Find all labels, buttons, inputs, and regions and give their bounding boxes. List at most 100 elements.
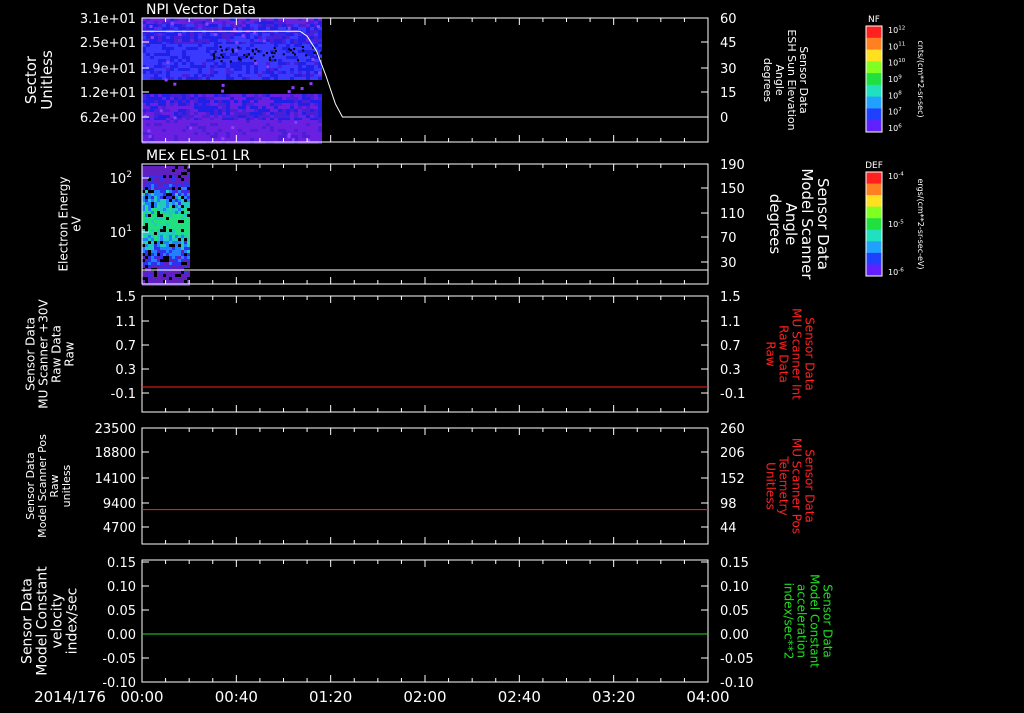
npi-cell [282,94,286,97]
npi-cell [218,62,222,65]
els-cell [175,190,178,193]
npi-cell [226,94,230,97]
els-cell [157,211,160,214]
els-cell [169,229,172,232]
els-cell [172,253,175,256]
npi-gap-cell [250,57,253,60]
els-cell [181,277,184,280]
npi-cell [242,21,246,24]
npi-cell [210,27,214,30]
right-axis-label: MU Scanner Pos [790,438,804,534]
left-tick-label: 6.2e+00 [80,111,136,126]
left-axis-label: Model Constant [35,566,51,676]
npi-cell [286,106,290,109]
npi-cell [226,129,230,132]
npi-cell [150,126,154,129]
npi-cell [298,100,302,103]
npi-cell [290,77,294,80]
npi-cell [162,59,166,62]
els-cell [169,169,172,172]
els-cell [157,262,160,265]
npi-cell [226,65,230,68]
els-cell [175,175,178,178]
els-cell [178,181,181,184]
els-cell [166,193,169,196]
npi-cell [302,123,306,126]
npi-cell [314,68,318,71]
npi-cell [230,77,234,80]
npi-cell [294,27,298,30]
npi-cell [266,24,270,27]
npi-cell [174,36,178,39]
npi-cell [282,100,286,103]
els-cell [175,172,178,175]
left-axis-label: Raw Data [50,325,64,383]
npi-cell [314,33,318,36]
npi-cell [278,112,282,115]
els-cell [175,166,178,169]
els-cell [145,256,148,259]
els-cell [178,214,181,217]
npi-cell [158,68,162,71]
npi-cell [238,135,242,138]
npi-cell [230,103,234,106]
npi-cell [258,94,262,97]
npi-cell [230,71,234,74]
els-cell [145,262,148,265]
npi-cell [254,138,258,141]
els-cell [157,166,160,169]
npi-cell [270,47,274,50]
npi-cell [234,100,238,103]
els-cell [184,184,187,187]
npi-cell [306,71,310,74]
npi-cell [314,71,318,74]
npi-cell [306,68,310,71]
npi-cell [142,112,146,115]
els-cell [145,259,148,262]
right-axis-label: Sensor Data [803,449,817,523]
npi-cell [242,123,246,126]
npi-cell [174,132,178,135]
right-tick-label: 1.1 [720,315,741,330]
els-cell [172,175,175,178]
npi-gap-cell [218,56,221,59]
npi-cell [166,65,170,68]
time-tick-label: 02:00 [403,688,446,706]
els-cell [151,223,154,226]
els-cell [151,265,154,268]
els-cell [145,190,148,193]
els-cell [145,196,148,199]
npi-cell [210,71,214,74]
npi-cell [174,135,178,138]
npi-cell [202,24,206,27]
npi-cell [270,138,274,141]
npi-cell [306,56,310,59]
npi-cell [198,21,202,24]
npi-cell [222,112,226,115]
els-cell [151,208,154,211]
npi-cell [290,36,294,39]
npi-cell [298,33,302,36]
npi-hot-cell [294,120,298,124]
npi-cell [318,112,322,115]
date-label: 2014/176 [34,688,106,706]
npi-cell [174,50,178,53]
els-cell [166,226,169,229]
npi-cell [178,138,182,141]
npi-cell [206,77,210,80]
npi-cell [302,103,306,106]
npi-cell [238,132,242,135]
npi-cell [178,56,182,59]
npi-cell [186,74,190,77]
npi-cell [190,100,194,103]
npi-cell [146,77,150,80]
npi-cell [178,115,182,118]
els-cell [151,169,154,172]
npi-cell [142,126,146,129]
npi-cell [162,33,166,36]
npi-cell [230,115,234,118]
els-cell [175,211,178,214]
npi-cell [274,109,278,112]
npi-cell [270,135,274,138]
els-cell [187,217,190,220]
